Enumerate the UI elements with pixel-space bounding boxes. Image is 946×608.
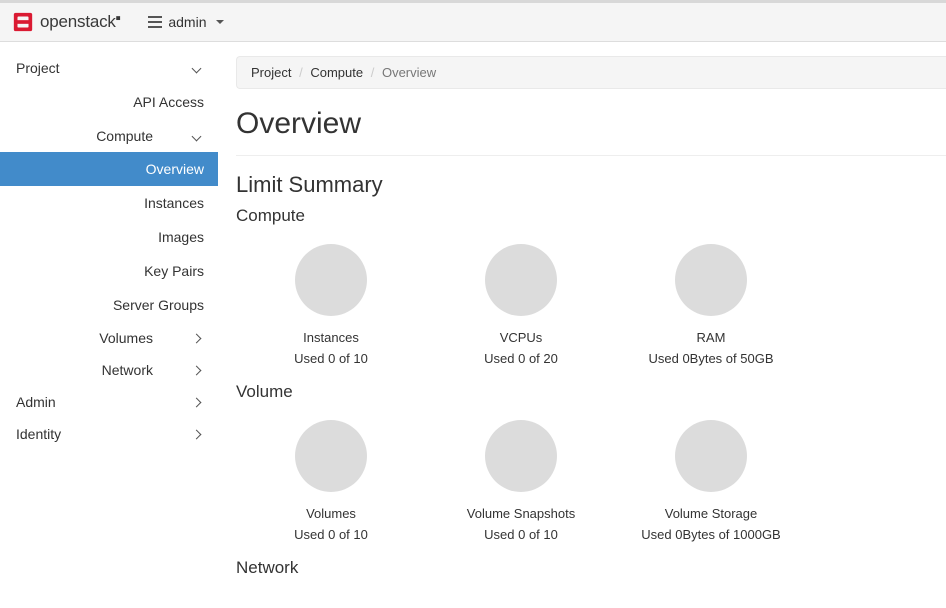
sidebar-item-api-access[interactable]: API Access bbox=[0, 84, 218, 120]
limit-label: Volumes bbox=[306, 506, 356, 521]
limit-usage: Used 0 of 20 bbox=[484, 351, 558, 366]
limit-circle-icon bbox=[485, 420, 557, 492]
limit-circle-icon bbox=[295, 244, 367, 316]
breadcrumb-overview: Overview bbox=[382, 65, 436, 80]
limit-item-instances: Instances Used 0 of 10 bbox=[236, 236, 426, 374]
sidebar-label-volumes: Volumes bbox=[99, 330, 153, 346]
topbar: openstack■ admin bbox=[0, 0, 946, 42]
limits-volume-heading: Volume bbox=[236, 382, 946, 402]
brand-text: openstack■ bbox=[40, 12, 120, 32]
openstack-logo-icon bbox=[12, 11, 34, 33]
sidebar-group-admin[interactable]: Admin bbox=[0, 386, 218, 418]
main-content: Project / Compute / Overview Overview Li… bbox=[218, 42, 946, 608]
sidebar-label-identity: Identity bbox=[16, 426, 61, 442]
page-title: Overview bbox=[236, 107, 946, 141]
limit-usage: Used 0 of 10 bbox=[294, 351, 368, 366]
limit-usage: Used 0Bytes of 1000GB bbox=[641, 527, 780, 542]
limit-label: RAM bbox=[697, 330, 726, 345]
project-selector[interactable]: admin bbox=[148, 14, 224, 30]
sidebar-group-identity[interactable]: Identity bbox=[0, 418, 218, 450]
breadcrumb-project[interactable]: Project bbox=[251, 65, 291, 80]
limits-row-compute: Instances Used 0 of 10 VCPUs Used 0 of 2… bbox=[236, 236, 946, 374]
limit-item-volume-storage: Volume Storage Used 0Bytes of 1000GB bbox=[616, 412, 806, 550]
limit-item-volume-snapshots: Volume Snapshots Used 0 of 10 bbox=[426, 412, 616, 550]
limit-circle-icon bbox=[295, 420, 367, 492]
sidebar-group-network[interactable]: Network bbox=[0, 354, 218, 386]
sidebar-item-key-pairs[interactable]: Key Pairs bbox=[0, 254, 218, 288]
sidebar-group-compute[interactable]: Compute bbox=[0, 120, 218, 152]
sidebar-group-volumes[interactable]: Volumes bbox=[0, 322, 218, 354]
limit-usage: Used 0 of 10 bbox=[484, 527, 558, 542]
chevron-right-icon bbox=[192, 397, 202, 407]
project-bars-icon bbox=[148, 16, 162, 28]
limit-label: Volume Storage bbox=[665, 506, 758, 521]
limit-summary-heading: Limit Summary bbox=[236, 172, 946, 198]
sidebar: Project API Access Compute Overview Inst… bbox=[0, 42, 218, 608]
chevron-right-icon bbox=[192, 333, 202, 343]
limit-usage: Used 0Bytes of 50GB bbox=[648, 351, 773, 366]
chevron-right-icon bbox=[192, 429, 202, 439]
breadcrumb: Project / Compute / Overview bbox=[236, 56, 946, 89]
limit-label: VCPUs bbox=[500, 330, 543, 345]
caret-down-icon bbox=[216, 20, 224, 24]
brand[interactable]: openstack■ bbox=[12, 11, 120, 33]
limit-usage: Used 0 of 10 bbox=[294, 527, 368, 542]
limits-compute-heading: Compute bbox=[236, 206, 946, 226]
limit-label: Volume Snapshots bbox=[467, 506, 575, 521]
sidebar-label-project: Project bbox=[16, 60, 60, 76]
chevron-right-icon bbox=[192, 365, 202, 375]
project-selector-label: admin bbox=[168, 14, 206, 30]
breadcrumb-compute[interactable]: Compute bbox=[310, 65, 363, 80]
sidebar-item-overview[interactable]: Overview bbox=[0, 152, 218, 186]
sidebar-label-admin: Admin bbox=[16, 394, 56, 410]
limit-circle-icon bbox=[675, 420, 747, 492]
divider bbox=[236, 155, 946, 156]
sidebar-item-server-groups[interactable]: Server Groups bbox=[0, 288, 218, 322]
limits-network-heading: Network bbox=[236, 558, 946, 578]
limit-item-volumes: Volumes Used 0 of 10 bbox=[236, 412, 426, 550]
limit-circle-icon bbox=[485, 244, 557, 316]
sidebar-label-network: Network bbox=[102, 362, 153, 378]
sidebar-group-project[interactable]: Project bbox=[0, 52, 218, 84]
sidebar-item-images[interactable]: Images bbox=[0, 220, 218, 254]
limit-circle-icon bbox=[675, 244, 747, 316]
chevron-down-icon bbox=[192, 131, 202, 141]
sidebar-label-compute: Compute bbox=[96, 128, 153, 144]
limit-label: Instances bbox=[303, 330, 359, 345]
sidebar-item-instances[interactable]: Instances bbox=[0, 186, 218, 220]
limit-item-vcpus: VCPUs Used 0 of 20 bbox=[426, 236, 616, 374]
chevron-down-icon bbox=[192, 63, 202, 73]
limits-row-volume: Volumes Used 0 of 10 Volume Snapshots Us… bbox=[236, 412, 946, 550]
limit-item-ram: RAM Used 0Bytes of 50GB bbox=[616, 236, 806, 374]
